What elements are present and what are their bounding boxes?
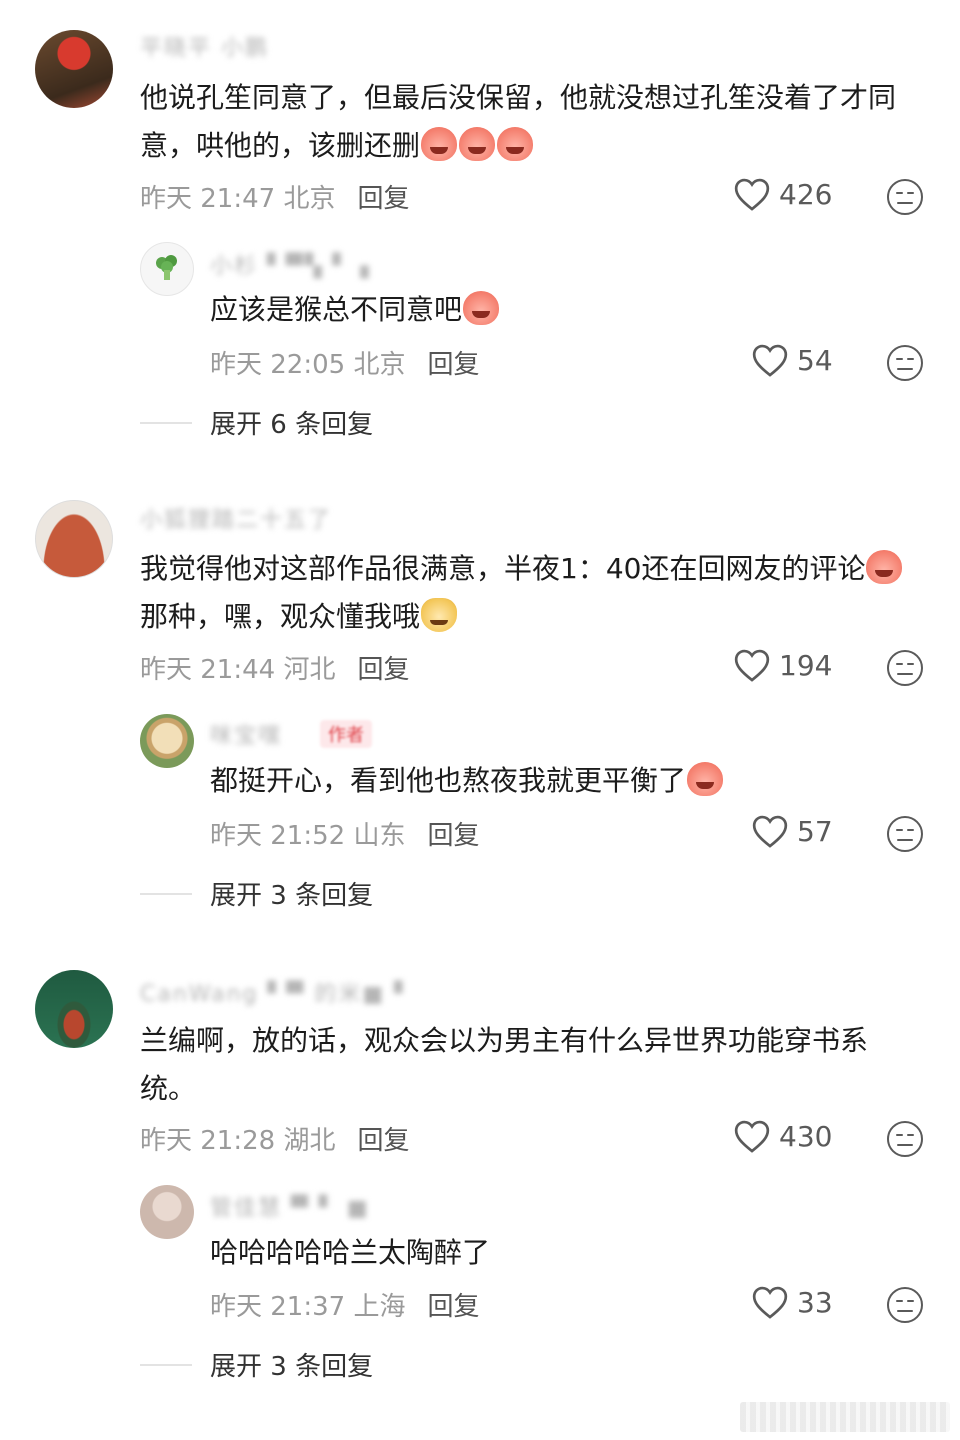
- avatar[interactable]: [140, 242, 194, 296]
- shy-peach-emoji: [687, 762, 724, 796]
- like-button[interactable]: 194: [733, 647, 832, 683]
- reply-meta: 昨天 21:52 山东 回复: [210, 815, 479, 852]
- reply-button[interactable]: 回复: [427, 1292, 479, 1322]
- timestamp-location: 昨天 21:44 河北: [140, 655, 336, 685]
- like-count: 33: [797, 1285, 833, 1319]
- avatar[interactable]: [35, 970, 113, 1048]
- username[interactable]: 平晓平 小鹏: [140, 30, 269, 61]
- username[interactable]: CanWang ▘▀ 的米■ ▘: [140, 976, 413, 1007]
- comment-text-body: 我觉得他对这部作品很满意，半夜1：40还在回网友的评论: [140, 552, 866, 585]
- meh-face-icon[interactable]: [886, 815, 924, 853]
- comment-meta: 昨天 21:44 河北 回复: [140, 649, 409, 686]
- username[interactable]: 咪宝嘿: [210, 718, 282, 749]
- like-count: 426: [779, 177, 833, 211]
- crying-peach-emoji: [866, 550, 903, 584]
- crying-peach-emoji: [421, 127, 458, 161]
- like-button[interactable]: 426: [733, 176, 832, 212]
- meh-face-icon[interactable]: [886, 344, 924, 382]
- like-button[interactable]: 54: [751, 342, 833, 378]
- expand-label: 展开 3 条回复: [210, 881, 374, 911]
- like-button[interactable]: 57: [751, 813, 833, 849]
- avatar[interactable]: [35, 500, 113, 578]
- username[interactable]: 小杉 ▘▀▚▝ ▗: [210, 248, 371, 279]
- username[interactable]: 管佳慧 ▀ ▘ ■: [210, 1190, 370, 1221]
- username[interactable]: 小狐狸踏二十五了: [140, 502, 332, 533]
- reply-button[interactable]: 回复: [357, 1126, 409, 1156]
- like-button[interactable]: 430: [733, 1118, 832, 1154]
- doge-emoji: [421, 598, 458, 632]
- author-badge: 作者: [320, 720, 372, 748]
- comment-text: 兰编啊，放的话，观众会以为男主有什么异世界功能穿书系统。: [140, 1017, 910, 1113]
- heart-outline-icon: [734, 649, 770, 682]
- timestamp-location: 昨天 22:05 北京: [210, 350, 406, 380]
- divider: [140, 421, 192, 424]
- reply-text: 都挺开心，看到他也熬夜我就更平衡了: [210, 757, 910, 805]
- broccoli-icon: [156, 255, 177, 280]
- watermark: [740, 1402, 950, 1432]
- crying-peach-emoji: [459, 127, 496, 161]
- crying-peach-emoji: [463, 291, 500, 325]
- divider: [140, 1363, 192, 1366]
- comment-text: 他说孔笙同意了，但最后没保留，他就没想过孔笙没着了才同意，哄他的，该删还删: [140, 74, 910, 170]
- like-count: 54: [797, 343, 833, 377]
- meh-face-icon[interactable]: [886, 1120, 924, 1158]
- comment-meta: 昨天 21:47 北京 回复: [140, 178, 409, 215]
- avatar[interactable]: [140, 714, 194, 768]
- reply-text: 哈哈哈哈哈兰太陶醉了: [210, 1229, 910, 1277]
- heart-outline-icon: [752, 1286, 788, 1319]
- divider: [140, 892, 192, 895]
- reply-meta: 昨天 21:37 上海 回复: [210, 1286, 479, 1323]
- reply-button[interactable]: 回复: [427, 350, 479, 380]
- comment-text-body: 兰编啊，放的话，观众会以为男主有什么异世界功能穿书系统。: [140, 1024, 869, 1105]
- meh-face-icon[interactable]: [886, 178, 924, 216]
- expand-replies-button[interactable]: 展开 3 条回复: [140, 875, 373, 912]
- meh-face-icon[interactable]: [886, 1286, 924, 1324]
- like-count: 194: [779, 648, 833, 682]
- avatar[interactable]: [140, 1185, 194, 1239]
- timestamp-location: 昨天 21:47 北京: [140, 184, 336, 214]
- expand-label: 展开 6 条回复: [210, 410, 374, 440]
- timestamp-location: 昨天 21:28 湖北: [140, 1126, 336, 1156]
- reply-button[interactable]: 回复: [357, 184, 409, 214]
- timestamp-location: 昨天 21:52 山东: [210, 821, 406, 851]
- comment-meta: 昨天 21:28 湖北 回复: [140, 1120, 409, 1157]
- avatar[interactable]: [35, 30, 113, 108]
- reply-button[interactable]: 回复: [357, 655, 409, 685]
- reply-meta: 昨天 22:05 北京 回复: [210, 344, 479, 381]
- meh-face-icon[interactable]: [886, 649, 924, 687]
- expand-replies-button[interactable]: 展开 6 条回复: [140, 404, 373, 441]
- like-count: 430: [779, 1119, 833, 1153]
- reply-text-body: 哈哈哈哈哈兰太陶醉了: [210, 1236, 491, 1269]
- timestamp-location: 昨天 21:37 上海: [210, 1292, 406, 1322]
- heart-outline-icon: [752, 344, 788, 377]
- like-count: 57: [797, 814, 833, 848]
- heart-outline-icon: [734, 1120, 770, 1153]
- heart-outline-icon: [752, 815, 788, 848]
- comment-text: 我觉得他对这部作品很满意，半夜1：40还在回网友的评论那种，嘿，观众懂我哦: [140, 545, 910, 641]
- reply-button[interactable]: 回复: [427, 821, 479, 851]
- expand-replies-button[interactable]: 展开 3 条回复: [140, 1346, 373, 1383]
- comment-text-tail: 那种，嘿，观众懂我哦: [140, 600, 421, 633]
- reply-text-body: 都挺开心，看到他也熬夜我就更平衡了: [210, 764, 687, 797]
- heart-outline-icon: [734, 178, 770, 211]
- expand-label: 展开 3 条回复: [210, 1352, 374, 1382]
- reply-text: 应该是猴总不同意吧: [210, 286, 910, 334]
- like-button[interactable]: 33: [751, 1284, 833, 1320]
- reply-text-body: 应该是猴总不同意吧: [210, 293, 463, 326]
- crying-peach-emoji: [497, 127, 534, 161]
